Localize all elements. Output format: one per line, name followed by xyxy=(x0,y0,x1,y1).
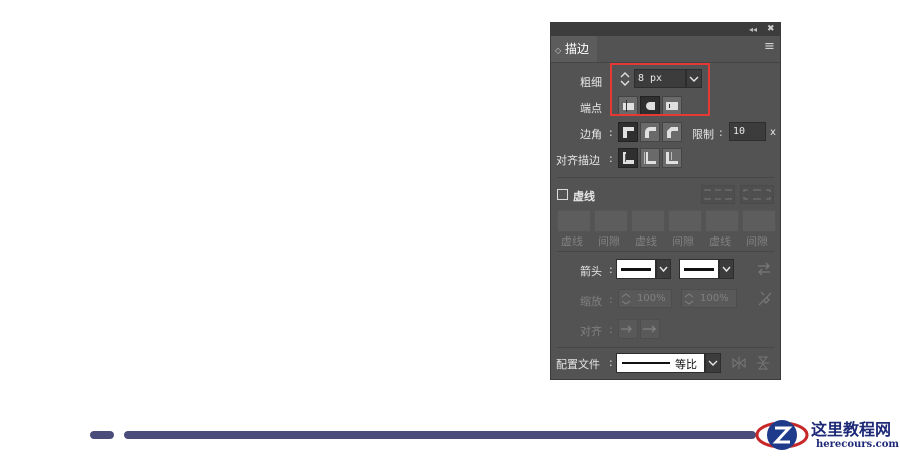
limit-unit: x xyxy=(770,127,776,138)
arrow-line-preview xyxy=(621,268,651,271)
progress-bar xyxy=(124,431,756,439)
stepper-arrows-icon xyxy=(621,293,631,305)
start-scale-input[interactable]: 100% xyxy=(618,289,672,308)
divider xyxy=(557,251,774,252)
dash-caption-1: 虚线 xyxy=(561,235,583,248)
flip-horizontal-icon xyxy=(732,357,746,369)
chevron-down-icon xyxy=(722,266,731,273)
panel-menu-icon[interactable]: ≡ xyxy=(764,39,775,54)
arrow-place-icon xyxy=(643,325,656,333)
profile-dropdown[interactable] xyxy=(705,353,721,373)
cap-label: 端点 xyxy=(580,102,602,115)
corner-label: 边角 xyxy=(580,128,602,141)
miter-limit-input[interactable]: 10 xyxy=(729,122,766,141)
weight-label: 粗细 xyxy=(580,76,602,89)
align-outside-icon xyxy=(666,152,678,164)
start-scale-value: 100% xyxy=(637,293,666,304)
stepper-arrows-icon xyxy=(684,293,694,305)
dash-caption-2: 虚线 xyxy=(635,235,657,248)
align-stroke-label: 对齐描边 xyxy=(556,154,600,167)
highlight-box xyxy=(610,63,710,116)
round-join-button[interactable] xyxy=(640,122,660,142)
panel-titlebar: ◂◂ ✖ xyxy=(551,23,780,36)
dash-preserve-button[interactable] xyxy=(701,185,735,204)
dash-field-2[interactable] xyxy=(631,210,665,232)
miter-join-icon xyxy=(623,127,634,138)
swap-arrows-button[interactable] xyxy=(755,261,773,277)
bevel-join-button[interactable] xyxy=(662,122,682,142)
unlink-icon xyxy=(758,291,772,306)
tab-toggle-icon: ◇ xyxy=(555,46,562,55)
divider xyxy=(557,347,774,348)
align-inside-button[interactable] xyxy=(640,148,660,168)
align-center-button[interactable] xyxy=(618,148,638,168)
dash-align-corners-button[interactable] xyxy=(740,185,774,204)
start-arrow-select[interactable] xyxy=(616,259,656,279)
end-arrow-dropdown[interactable] xyxy=(719,259,734,279)
dash-align-icon xyxy=(743,189,771,200)
profile-line-preview xyxy=(622,362,670,364)
end-scale-value: 100% xyxy=(700,293,729,304)
collapse-panel-button[interactable]: ◂◂ xyxy=(749,23,757,36)
swap-arrows-icon xyxy=(758,262,770,276)
dashed-checkbox[interactable] xyxy=(557,189,568,200)
z-logo-icon xyxy=(755,420,809,450)
arrows-label: 箭头 xyxy=(580,265,602,278)
align-inside-icon xyxy=(644,152,656,164)
arrow-align-label: 对齐 xyxy=(580,325,602,338)
arrow-place-button[interactable] xyxy=(640,319,660,339)
watermark-title: 这里教程网 xyxy=(811,420,892,439)
gap-caption-3: 间隙 xyxy=(746,235,768,248)
progress-bar-segment xyxy=(90,431,114,439)
end-arrow-select[interactable] xyxy=(679,259,719,279)
scale-label: 缩放 xyxy=(580,295,602,308)
end-scale-input[interactable]: 100% xyxy=(681,289,737,308)
gap-field-1[interactable] xyxy=(594,210,628,232)
chevron-down-icon xyxy=(708,360,718,366)
flip-horizontal-button[interactable] xyxy=(731,355,747,371)
gap-caption-2: 间隙 xyxy=(672,235,694,248)
divider xyxy=(557,177,774,178)
close-panel-button[interactable]: ✖ xyxy=(767,23,775,36)
dash-preserve-icon xyxy=(704,189,732,200)
profile-select[interactable]: 等比 xyxy=(616,353,705,373)
align-outside-button[interactable] xyxy=(662,148,682,168)
chevron-down-icon xyxy=(659,266,668,273)
gap-caption-1: 间隙 xyxy=(598,235,620,248)
miter-join-button[interactable] xyxy=(618,122,638,142)
align-center-icon xyxy=(623,152,634,164)
gap-field-2[interactable] xyxy=(668,210,702,232)
profile-value: 等比 xyxy=(675,358,697,371)
flip-vertical-button[interactable] xyxy=(755,355,771,371)
profile-label: 配置文件 xyxy=(556,358,600,371)
panel-tab-row: ◇ 描边 ≡ xyxy=(551,36,780,63)
site-logo xyxy=(752,414,812,454)
round-join-icon xyxy=(645,127,656,138)
start-arrow-dropdown[interactable] xyxy=(656,259,671,279)
dashed-label: 虚线 xyxy=(573,190,595,203)
dash-field-3[interactable] xyxy=(705,210,739,232)
tab-stroke[interactable]: ◇ 描边 xyxy=(551,36,597,62)
arrow-extend-button[interactable] xyxy=(618,319,638,339)
bevel-join-icon xyxy=(667,127,678,138)
tab-stroke-label: 描边 xyxy=(564,42,589,56)
arrow-line-preview xyxy=(684,268,714,271)
dash-caption-3: 虚线 xyxy=(709,235,731,248)
limit-label: 限制 xyxy=(692,128,714,141)
link-scale-button[interactable] xyxy=(756,289,774,309)
flip-vertical-icon xyxy=(757,356,769,370)
gap-field-3[interactable] xyxy=(742,210,776,232)
dash-field-1[interactable] xyxy=(557,210,591,232)
watermark-url: herecours.com xyxy=(816,439,900,450)
arrow-extend-icon xyxy=(621,325,632,333)
